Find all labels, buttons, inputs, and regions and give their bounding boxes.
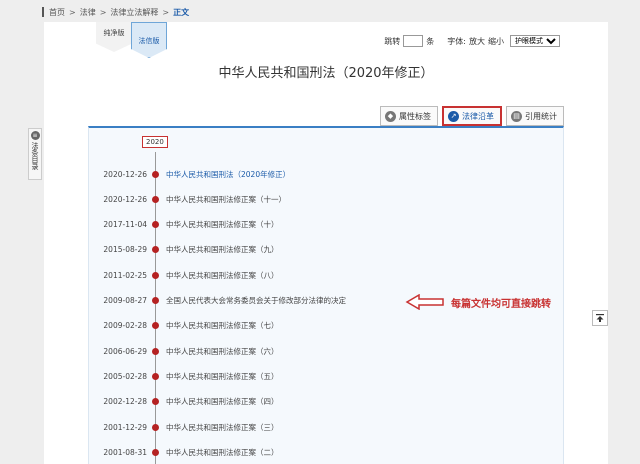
breadcrumb-sep: > bbox=[69, 7, 76, 17]
font-label: 字体: bbox=[447, 36, 466, 46]
breadcrumb-home[interactable]: 首页 bbox=[49, 7, 65, 18]
entry-title-link[interactable]: 中华人民共和国刑法修正案（十一） bbox=[166, 194, 286, 205]
back-to-top-icon bbox=[596, 314, 604, 322]
timeline-entry[interactable]: 2020-12-26 中华人民共和国刑法修正案（十一） bbox=[89, 193, 559, 205]
timeline-dot bbox=[152, 347, 159, 355]
breadcrumb: 首页 > 法律 > 法律立法解释 > 正文 bbox=[42, 6, 189, 18]
timeline-entry[interactable]: 2017-11-04 中华人民共和国刑法修正案（十） bbox=[89, 219, 559, 231]
entry-date: 2009-08-27 bbox=[103, 296, 147, 305]
entry-title-link[interactable]: 中华人民共和国刑法修正案（七） bbox=[166, 320, 279, 331]
entry-date: 2015-08-29 bbox=[103, 245, 147, 255]
timeline-entry[interactable]: 2001-08-31 中华人民共和国刑法修正案（二） bbox=[89, 446, 559, 458]
history-panel: 2020 2020-12-26 中华人民共和国刑法（2020年修正） 2020-12… bbox=[88, 126, 564, 464]
back-to-top-button[interactable] bbox=[592, 310, 608, 326]
timeline-dot bbox=[152, 170, 159, 178]
side-toc-label: 法条目录 bbox=[31, 142, 39, 170]
entry-date: 2005-02-28 bbox=[103, 371, 147, 381]
timeline-entry[interactable]: 2020-12-26 中华人民共和国刑法（2020年修正） bbox=[89, 168, 559, 180]
breadcrumb-sep: > bbox=[99, 7, 107, 17]
stats-icon: ▤ bbox=[511, 110, 522, 122]
timeline-entry[interactable]: 2005-02-28 中华人民共和国刑法修正案（五） bbox=[89, 370, 559, 382]
timeline-entry[interactable]: 2002-12-28 中华人民共和国刑法修正案（四） bbox=[89, 396, 559, 408]
timeline-entry[interactable]: 2011-02-25 中华人民共和国刑法修正案（八） bbox=[89, 269, 559, 281]
jump-label: 跳转 bbox=[384, 36, 401, 46]
timeline-year-badge: 2020 bbox=[142, 136, 168, 148]
tab-attributes-label: 属性标签 bbox=[399, 111, 431, 121]
menu-icon: ≡ bbox=[30, 131, 40, 140]
entry-title-link[interactable]: 中华人民共和国刑法（2020年修正） bbox=[166, 169, 290, 180]
entry-title-link[interactable]: 中华人民共和国刑法修正案（二） bbox=[166, 447, 279, 458]
entry-date: 2011-02-25 bbox=[103, 270, 147, 280]
breadcrumb-interpretation[interactable]: 法律立法解释 bbox=[110, 7, 158, 18]
entry-title-link[interactable]: 中华人民共和国刑法修正案（四） bbox=[166, 396, 279, 407]
timeline-entry[interactable]: 2009-02-28 中华人民共和国刑法修正案（七） bbox=[89, 320, 559, 332]
entry-date: 2020-12-26 bbox=[103, 169, 147, 179]
timeline-dot bbox=[152, 271, 159, 279]
timeline-dot bbox=[152, 372, 159, 380]
timeline-dot bbox=[152, 423, 159, 431]
annotation: 每篇文件均可直接跳转 bbox=[405, 294, 551, 310]
timeline-dot bbox=[152, 322, 159, 330]
timeline-dot bbox=[152, 398, 159, 406]
document-paper: 纯净版 法信版 跳转 条 字体: 放大 缩小 护眼模式 中华人民共和国刑法（20… bbox=[44, 22, 608, 464]
timeline-entry[interactable]: 2006-06-29 中华人民共和国刑法修正案（六） bbox=[89, 345, 559, 357]
entry-title-link[interactable]: 全国人民代表大会常务委员会关于修改部分法律的决定 bbox=[166, 295, 346, 306]
timeline-dot bbox=[152, 246, 159, 254]
entry-title-link[interactable]: 中华人民共和国刑法修正案（三） bbox=[166, 422, 279, 433]
annotation-text: 每篇文件均可直接跳转 bbox=[451, 298, 551, 310]
entry-date: 2009-02-28 bbox=[103, 321, 147, 331]
tab-citations-label: 引用统计 bbox=[525, 111, 557, 121]
timeline-entry[interactable]: 2001-12-29 中华人民共和国刑法修正案（三） bbox=[89, 421, 559, 433]
breadcrumb-sep: > bbox=[162, 7, 170, 17]
entry-date: 2002-12-28 bbox=[103, 397, 147, 407]
font-enlarge-button[interactable]: 放大 bbox=[469, 36, 485, 47]
entry-date: 2017-11-04 bbox=[103, 220, 147, 230]
timeline-dot bbox=[152, 297, 159, 304]
tag-icon: ◆ bbox=[385, 110, 396, 122]
breadcrumb-bar bbox=[42, 7, 44, 17]
entry-title-link[interactable]: 中华人民共和国刑法修正案（六） bbox=[166, 346, 279, 357]
version-tab-pure[interactable]: 纯净版 bbox=[96, 22, 132, 52]
entry-title-link[interactable]: 中华人民共和国刑法修正案（十） bbox=[166, 219, 279, 230]
reading-mode-select[interactable]: 护眼模式 bbox=[510, 35, 560, 47]
history-icon: ↗ bbox=[448, 110, 459, 122]
tab-citations[interactable]: ▤ 引用统计 bbox=[506, 106, 564, 126]
entry-title-link[interactable]: 中华人民共和国刑法修正案（五） bbox=[166, 371, 279, 382]
timeline-dot bbox=[152, 448, 159, 456]
entry-date: 2001-12-29 bbox=[103, 422, 147, 432]
timeline-dot bbox=[152, 195, 159, 203]
entry-title-link[interactable]: 中华人民共和国刑法修正案（九） bbox=[166, 244, 279, 255]
entry-title-link[interactable]: 中华人民共和国刑法修正案（八） bbox=[166, 270, 279, 281]
font-shrink-button[interactable]: 缩小 bbox=[488, 36, 504, 47]
arrow-left-icon bbox=[405, 294, 444, 310]
timeline-entry[interactable]: 2015-08-29 中华人民共和国刑法修正案（九） bbox=[89, 244, 559, 256]
entry-date: 2001-08-31 bbox=[103, 447, 147, 457]
page-title: 中华人民共和国刑法（2020年修正） bbox=[218, 66, 434, 81]
tab-history-label: 法律沿革 bbox=[462, 111, 494, 121]
info-tabs: ◆ 属性标签 ↗ 法律沿革 ▤ 引用统计 bbox=[380, 106, 564, 126]
breadcrumb-law[interactable]: 法律 bbox=[80, 7, 96, 18]
entry-date: 2020-12-26 bbox=[103, 194, 147, 204]
timeline-dot bbox=[152, 221, 159, 229]
entry-date: 2006-06-29 bbox=[103, 346, 147, 356]
tab-attributes[interactable]: ◆ 属性标签 bbox=[380, 106, 438, 126]
jump-input[interactable] bbox=[403, 35, 424, 47]
breadcrumb-current: 正文 bbox=[173, 7, 190, 17]
version-tab-legal[interactable]: 法信版 bbox=[131, 22, 167, 58]
reading-toolbar: 跳转 条 字体: 放大 缩小 护眼模式 bbox=[384, 35, 560, 47]
tab-history[interactable]: ↗ 法律沿革 bbox=[442, 106, 502, 126]
side-toc-button[interactable]: ≡ 法条目录 bbox=[28, 128, 42, 180]
jump-unit: 条 bbox=[426, 36, 435, 46]
